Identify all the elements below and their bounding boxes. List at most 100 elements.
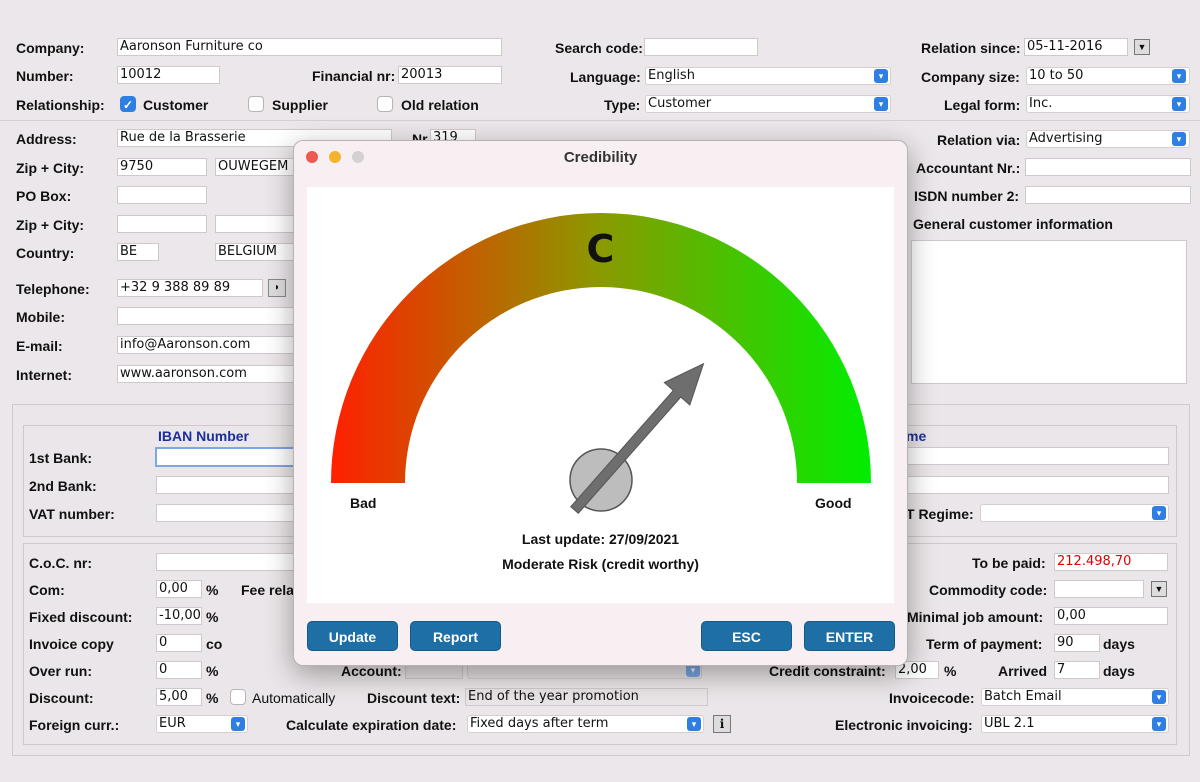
country-code-field[interactable]: BE [117, 243, 159, 261]
search-code-label: Search code: [555, 40, 643, 56]
bank2-iban-field[interactable] [156, 476, 296, 494]
iban-header: IBAN Number [158, 428, 250, 444]
minimal-job-field[interactable]: 0,00 [1054, 607, 1168, 625]
accountant-field[interactable] [1025, 158, 1191, 176]
vat-regime-select[interactable] [980, 504, 1169, 522]
company-field[interactable]: Aaronson Furniture co [117, 38, 502, 56]
term-of-payment-label: Term of payment: [926, 636, 1043, 652]
old-relation-checkbox-label: Old relation [401, 97, 479, 113]
risk-text: Moderate Risk (credit worthy) [502, 556, 699, 572]
commodity-code-field[interactable] [1054, 580, 1144, 598]
coc-field[interactable] [156, 553, 296, 571]
relation-since-label: Relation since: [921, 40, 1021, 56]
update-button[interactable]: Update [307, 621, 398, 651]
bank1-iban-field[interactable] [155, 447, 295, 467]
relation-via-select[interactable]: Advertising [1026, 130, 1190, 148]
po-box-field[interactable] [117, 186, 207, 204]
isdn-label: ISDN number 2: [914, 188, 1020, 204]
chevron-down-icon[interactable]: ▾ [231, 717, 245, 731]
type-select[interactable]: Customer [645, 95, 891, 113]
chevron-down-icon[interactable]: ▾ [1152, 717, 1166, 731]
credit-grade: C [586, 227, 615, 271]
chevron-down-icon[interactable]: ▾ [874, 97, 888, 111]
country-label: Country: [16, 245, 75, 261]
automatically-label: Automatically [252, 690, 336, 706]
relation-since-field[interactable]: 05-11-2016 [1024, 38, 1128, 56]
arrived-field[interactable]: 7 [1054, 661, 1100, 679]
commodity-dropdown-button[interactable]: ▼ [1151, 581, 1167, 597]
relationship-label: Relationship: [16, 97, 105, 113]
chevron-down-icon[interactable]: ▾ [1172, 97, 1186, 111]
company-size-label: Company size: [921, 69, 1020, 85]
copy-unit: co [206, 636, 223, 652]
esc-button[interactable]: ESC [701, 621, 792, 651]
percent-unit: % [206, 690, 219, 706]
date-picker-button[interactable]: ▼ [1134, 39, 1150, 55]
good-label: Good [815, 495, 852, 511]
supplier-checkbox[interactable] [248, 96, 264, 112]
percent-unit: % [206, 609, 219, 625]
mobile-field[interactable] [117, 307, 297, 325]
electronic-invoicing-select[interactable]: UBL 2.1 [981, 715, 1169, 733]
general-info-textarea[interactable] [911, 240, 1187, 384]
over-run-field[interactable]: 0 [156, 661, 202, 679]
electronic-invoicing-label: Electronic invoicing: [835, 717, 973, 733]
language-label: Language: [570, 69, 641, 85]
type-label: Type: [604, 97, 641, 113]
vat-regime-label: T Regime: [906, 506, 974, 522]
telephone-field[interactable]: +32 9 388 89 89 [117, 279, 263, 297]
chevron-down-icon[interactable]: ▾ [1152, 690, 1166, 704]
com-field[interactable]: 0,00 [156, 580, 202, 598]
language-select[interactable]: English [645, 67, 891, 85]
financial-nr-label: Financial nr: [312, 68, 396, 84]
country-name-field[interactable]: BELGIUM [215, 243, 305, 261]
discount-text-label: Discount text: [367, 690, 461, 706]
phone-icon[interactable]: ◗ [268, 279, 286, 297]
internet-field[interactable]: www.aaronson.com [117, 365, 297, 383]
info-icon[interactable]: i [713, 715, 731, 733]
zip-city-2-label: Zip + City: [16, 217, 85, 233]
po-box-label: PO Box: [16, 188, 72, 204]
customer-checkbox[interactable]: ✓ [120, 96, 136, 112]
to-be-paid-label: To be paid: [972, 555, 1046, 571]
days-unit: days [1103, 636, 1135, 652]
general-info-label: General customer information [913, 216, 1113, 232]
zip-field[interactable]: 9750 [117, 158, 207, 176]
bank1-name-field[interactable] [906, 447, 1169, 465]
bad-label: Bad [350, 495, 377, 511]
city-2-field[interactable] [215, 215, 305, 233]
enter-button[interactable]: ENTER [804, 621, 895, 651]
fixed-discount-field[interactable]: -10,00 [156, 607, 202, 625]
chevron-down-icon[interactable]: ▾ [1172, 69, 1186, 83]
chevron-down-icon[interactable]: ▾ [1172, 132, 1186, 146]
calc-expiration-select[interactable]: Fixed days after term [467, 715, 704, 733]
financial-nr-field[interactable]: 20013 [398, 66, 502, 84]
vat-number-field[interactable] [156, 504, 296, 522]
bank1-label: 1st Bank: [29, 450, 93, 466]
email-field[interactable]: info@Aaronson.com [117, 336, 297, 354]
discount-text-field[interactable]: End of the year promotion [465, 688, 708, 706]
vat-number-label: VAT number: [29, 506, 115, 522]
legal-form-select[interactable]: Inc. [1026, 95, 1190, 113]
term-of-payment-field[interactable]: 90 [1054, 634, 1100, 652]
divider [0, 120, 1200, 121]
chevron-down-icon[interactable]: ▾ [687, 717, 701, 731]
city-field[interactable]: OUWEGEM [215, 158, 305, 176]
bank2-name-field[interactable] [906, 476, 1169, 494]
old-relation-checkbox[interactable] [377, 96, 393, 112]
search-code-field[interactable] [644, 38, 758, 56]
invoice-copy-field[interactable]: 0 [156, 634, 202, 652]
number-field[interactable]: 10012 [117, 66, 220, 84]
chevron-down-icon[interactable]: ▾ [1152, 506, 1166, 520]
automatically-checkbox[interactable] [230, 689, 246, 705]
percent-unit: % [206, 582, 219, 598]
legal-form-label: Legal form: [944, 97, 1021, 113]
invoicecode-select[interactable]: Batch Email [981, 688, 1169, 706]
company-size-select[interactable]: 10 to 50 [1026, 67, 1190, 85]
fee-relation-label: Fee rela [241, 582, 294, 598]
report-button[interactable]: Report [410, 621, 501, 651]
discount-field[interactable]: 5,00 [156, 688, 202, 706]
chevron-down-icon[interactable]: ▾ [874, 69, 888, 83]
isdn-field[interactable] [1025, 186, 1191, 204]
zip-2-field[interactable] [117, 215, 207, 233]
